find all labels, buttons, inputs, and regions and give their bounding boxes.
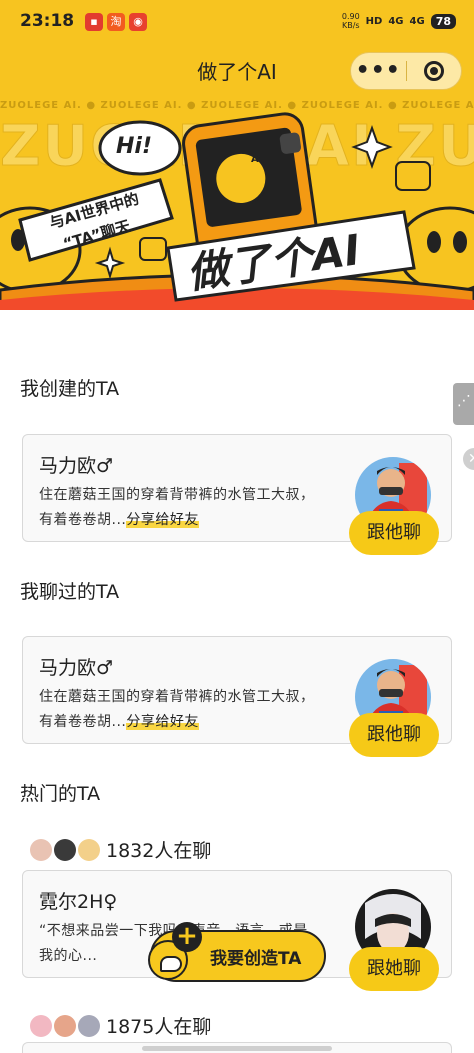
section-title-hot: 热门的TA	[20, 783, 101, 805]
chatted-character-card[interactable]: 马力欧♂ 住在蘑菇王国的穿着背带裤的水管工大叔，有着卷卷胡...分享给好友 跟他…	[22, 636, 452, 757]
section-title-created: 我创建的TA	[20, 378, 120, 400]
chat-with-him-button[interactable]: 跟他聊	[349, 511, 439, 555]
side-float-tab[interactable]	[453, 383, 474, 425]
signal-4g-1: 4G	[388, 15, 404, 27]
battery-level: 78	[430, 13, 456, 29]
status-bar: 23:18 ▪ 淘 ◉ 0.90 KB/s HD 4G 4G 78	[0, 0, 474, 44]
character-name: 马力欧♂	[39, 455, 114, 477]
taobao-icon: 淘	[107, 13, 125, 31]
share-link[interactable]: 分享给好友	[126, 714, 199, 730]
net-speed: 0.90 KB/s	[341, 12, 360, 30]
hot-item-chat-count: 1875人在聊	[30, 1012, 211, 1039]
character-description: 住在蘑菇王国的穿着背带裤的水管工大叔，有着卷卷胡...分享给好友	[39, 689, 315, 730]
status-app-icons: ▪ 淘 ◉	[85, 13, 147, 31]
created-character-card[interactable]: 马力欧♂ 住在蘑菇王国的穿着背带裤的水管工大叔，有着卷卷胡...分享给好友 跟他…	[22, 434, 452, 555]
hero-banner: ZUOLEGEAI ZUOLEGEAI ZUOLEGE AI. ● ZUOLEG…	[0, 100, 474, 310]
create-ta-button[interactable]: + 我要创造TA	[148, 922, 326, 982]
banner-phone-badge: AI	[251, 154, 263, 165]
user-avatar	[30, 1014, 52, 1037]
character-name: 马力欧♂	[39, 657, 114, 679]
user-avatar	[78, 1014, 100, 1037]
more-button[interactable]: •••	[351, 60, 406, 82]
close-button[interactable]	[406, 61, 461, 81]
target-icon	[423, 61, 444, 81]
chat-count: 1875人在聊	[106, 1016, 212, 1038]
miniprogram-capsule: •••	[350, 52, 462, 90]
chat-with-her-button[interactable]: 跟她聊	[349, 947, 439, 991]
plus-icon: +	[172, 922, 202, 952]
top-bar: 23:18 ▪ 淘 ◉ 0.90 KB/s HD 4G 4G 78 做了个AI …	[0, 0, 474, 100]
app-notification-icon: ▪	[85, 13, 103, 31]
section-title-chatted: 我聊过的TA	[20, 581, 120, 603]
share-link[interactable]: 分享给好友	[126, 512, 199, 528]
hd-indicator: HD	[365, 15, 383, 27]
hot-item-chat-count: 1832人在聊	[30, 836, 211, 863]
signal-4g-2: 4G	[409, 15, 425, 27]
status-indicators: 0.90 KB/s HD 4G 4G 78	[342, 12, 456, 30]
character-name: 霓尔2H♀	[39, 891, 118, 913]
user-avatar	[30, 838, 52, 861]
chat-with-him-button[interactable]: 跟他聊	[349, 713, 439, 757]
hi-bubble-text: Hi!	[116, 134, 152, 159]
chat-count: 1832人在聊	[106, 840, 212, 862]
status-time: 23:18	[20, 11, 75, 31]
user-avatar	[78, 838, 100, 861]
home-indicator[interactable]	[142, 1046, 332, 1051]
user-avatar	[54, 838, 76, 861]
close-icon[interactable]: ✕	[463, 448, 474, 470]
user-avatar	[54, 1014, 76, 1037]
shopping-app-icon: ◉	[129, 13, 147, 31]
create-ta-label: 我要创造TA	[210, 949, 302, 969]
character-description: 住在蘑菇王国的穿着背带裤的水管工大叔，有着卷卷胡...分享给好友	[39, 487, 315, 528]
